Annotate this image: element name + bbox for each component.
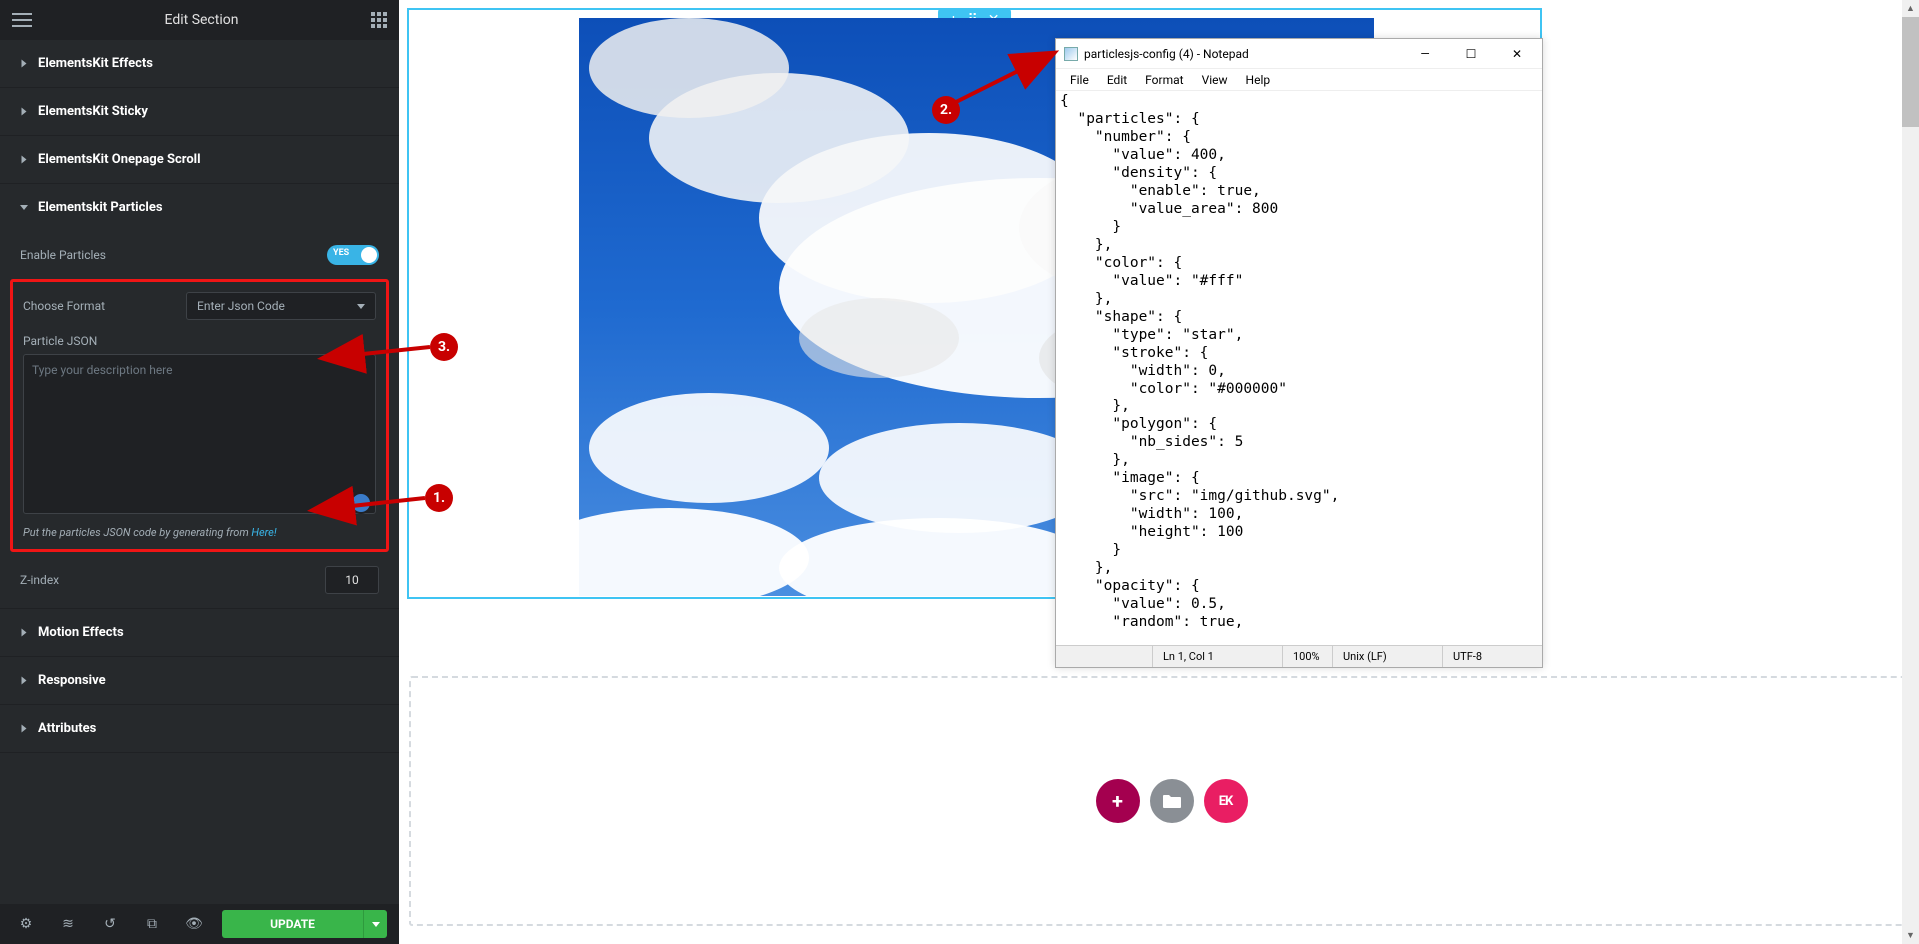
- annotation-marker-1: 1.: [425, 484, 453, 512]
- annotation-marker-2: 2.: [932, 96, 960, 124]
- annotation-marker-3: 3.: [430, 333, 458, 361]
- annotation-arrows: [0, 0, 1919, 944]
